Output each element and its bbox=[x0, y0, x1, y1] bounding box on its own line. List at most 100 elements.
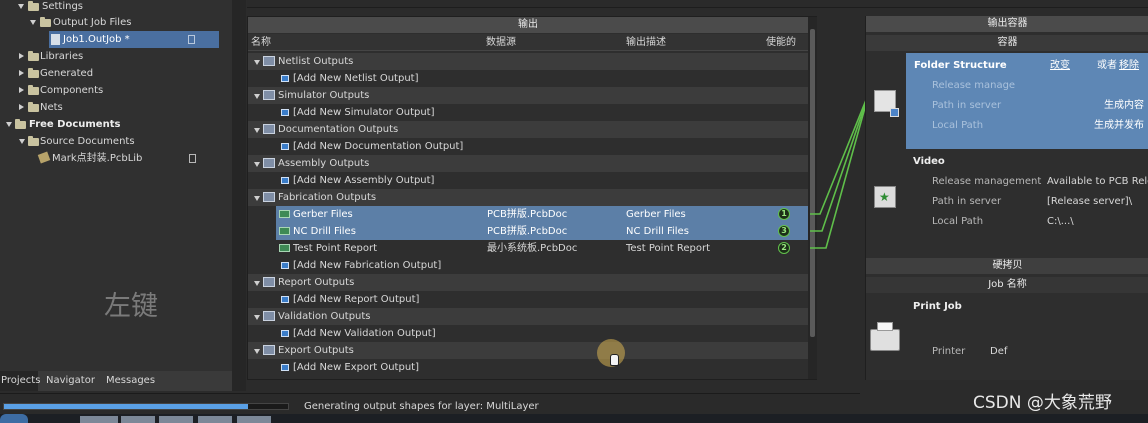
group-row[interactable]: Validation Outputs bbox=[248, 308, 808, 325]
video-path-label: Path in server bbox=[932, 196, 1002, 207]
tree-item-output-job-files[interactable]: Output Job Files bbox=[53, 14, 131, 31]
add-output-row[interactable]: [Add New Export Output] bbox=[248, 359, 808, 376]
video-release-label: Release management bbox=[932, 176, 1042, 187]
collapsed-arrow-icon[interactable] bbox=[19, 87, 24, 93]
group-row[interactable]: Documentation Outputs bbox=[248, 121, 808, 138]
add-export-output[interactable]: [Add New Export Output] bbox=[293, 359, 419, 376]
tree-item-nets[interactable]: Nets bbox=[40, 99, 63, 116]
taskbar-item[interactable] bbox=[237, 416, 271, 423]
taskbar-item[interactable] bbox=[121, 416, 155, 423]
doc-state-icon bbox=[188, 35, 195, 44]
add-output-row[interactable]: [Add New Simulator Output] bbox=[248, 104, 808, 121]
folder-structure-badge-icon bbox=[890, 108, 899, 117]
expand-arrow-icon[interactable] bbox=[254, 60, 260, 65]
add-output-row[interactable]: [Add New Netlist Output] bbox=[248, 70, 808, 87]
output-row-gerber[interactable]: Gerber Files PCB拼版.PcbDoc Gerber Files 1 bbox=[276, 206, 808, 223]
add-icon bbox=[281, 330, 289, 337]
add-icon bbox=[281, 143, 289, 150]
output-source[interactable]: 最小系统板.PcbDoc bbox=[487, 240, 577, 257]
expand-arrow-icon[interactable] bbox=[254, 281, 260, 286]
enabled-badge[interactable]: 1 bbox=[778, 208, 790, 220]
expand-arrow-icon[interactable] bbox=[254, 349, 260, 354]
tree-item-libraries[interactable]: Libraries bbox=[40, 48, 83, 65]
left-click-watermark: 左键 bbox=[104, 291, 158, 322]
panel-splitter[interactable] bbox=[232, 0, 246, 391]
group-row[interactable]: Export Outputs bbox=[248, 342, 808, 359]
tree-item-components[interactable]: Components bbox=[40, 82, 103, 99]
expand-arrow-icon[interactable] bbox=[18, 4, 24, 9]
column-source[interactable]: 数据源 bbox=[486, 34, 516, 51]
output-source[interactable]: PCB拼版.PcbDoc bbox=[487, 223, 567, 240]
group-row[interactable]: Simulator Outputs bbox=[248, 87, 808, 104]
enabled-badge[interactable]: 3 bbox=[778, 225, 790, 237]
expand-arrow-icon[interactable] bbox=[254, 94, 260, 99]
tree-item-job1[interactable]: Job1.OutJob * bbox=[49, 31, 219, 48]
tree-item-pcblib[interactable]: Mark点封装.PcbLib bbox=[52, 150, 142, 167]
taskbar-item[interactable] bbox=[159, 416, 193, 423]
output-description: NC Drill Files bbox=[626, 226, 689, 237]
remove-link[interactable]: 移除 bbox=[1119, 57, 1139, 74]
add-documentation-output[interactable]: [Add New Documentation Output] bbox=[293, 138, 463, 155]
change-link[interactable]: 改变 bbox=[1050, 57, 1070, 74]
document-icon bbox=[51, 34, 60, 45]
output-source[interactable]: PCB拼版.PcbDoc bbox=[487, 206, 567, 223]
pcblib-icon bbox=[37, 151, 51, 164]
printer-label: Printer bbox=[932, 346, 966, 357]
add-validation-output[interactable]: [Add New Validation Output] bbox=[293, 325, 436, 342]
folder-icon bbox=[28, 102, 39, 112]
tree-item-generated[interactable]: Generated bbox=[40, 65, 93, 82]
print-job-title: Print Job bbox=[913, 301, 962, 312]
output-row-nc-drill[interactable]: NC Drill Files PCB拼版.PcbDoc NC Drill Fil… bbox=[276, 223, 808, 240]
tree-item-free-documents[interactable]: Free Documents bbox=[29, 116, 120, 133]
tree-item-source-documents[interactable]: Source Documents bbox=[40, 133, 135, 150]
add-netlist-output[interactable]: [Add New Netlist Output] bbox=[293, 70, 419, 87]
tree-item-settings[interactable]: Settings bbox=[42, 0, 83, 15]
add-output-row[interactable]: [Add New Validation Output] bbox=[248, 325, 808, 342]
path-in-server-value[interactable]: 生成内容 bbox=[1104, 97, 1144, 114]
start-button-icon[interactable] bbox=[0, 414, 28, 423]
group-row[interactable]: Fabrication Outputs bbox=[248, 189, 808, 206]
add-simulator-output[interactable]: [Add New Simulator Output] bbox=[293, 104, 435, 121]
taskbar-item[interactable] bbox=[80, 416, 118, 423]
expand-arrow-icon[interactable] bbox=[6, 122, 12, 127]
expand-arrow-icon[interactable] bbox=[254, 128, 260, 133]
printer-value: Def bbox=[990, 346, 1008, 357]
collapsed-arrow-icon[interactable] bbox=[19, 104, 24, 110]
group-row[interactable]: Assembly Outputs bbox=[248, 155, 808, 172]
enabled-badge[interactable]: 2 bbox=[778, 242, 790, 254]
tab-projects[interactable]: Projects bbox=[0, 371, 40, 391]
folder-structure-container[interactable]: Folder Structure 改变 或者 移除 Release manage… bbox=[906, 53, 1148, 149]
tab-navigator[interactable]: Navigator bbox=[46, 371, 95, 391]
local-path-value[interactable]: 生成并发布 bbox=[1094, 117, 1144, 134]
column-description[interactable]: 输出描述 bbox=[626, 34, 666, 51]
folder-icon bbox=[15, 119, 26, 129]
add-assembly-output[interactable]: [Add New Assembly Output] bbox=[293, 172, 434, 189]
output-description: Gerber Files bbox=[626, 209, 686, 220]
add-icon bbox=[281, 177, 289, 184]
column-name[interactable]: 名称 bbox=[251, 34, 271, 51]
expand-arrow-icon[interactable] bbox=[254, 162, 260, 167]
output-group-icon bbox=[263, 345, 275, 355]
expand-arrow-icon[interactable] bbox=[254, 315, 260, 320]
expand-arrow-icon[interactable] bbox=[254, 196, 260, 201]
output-group-icon bbox=[263, 56, 275, 66]
expand-arrow-icon[interactable] bbox=[30, 20, 36, 25]
add-output-row[interactable]: [Add New Fabrication Output] bbox=[248, 257, 808, 274]
add-icon bbox=[281, 109, 289, 116]
collapsed-arrow-icon[interactable] bbox=[19, 53, 24, 59]
expand-arrow-icon[interactable] bbox=[19, 139, 25, 144]
local-path-label: Local Path bbox=[932, 120, 984, 131]
group-row[interactable]: Report Outputs bbox=[248, 274, 808, 291]
add-report-output[interactable]: [Add New Report Output] bbox=[293, 291, 419, 308]
column-enabled[interactable]: 使能的 bbox=[766, 34, 796, 51]
drill-output-icon bbox=[279, 227, 290, 235]
add-output-row[interactable]: [Add New Assembly Output] bbox=[248, 172, 808, 189]
add-output-row[interactable]: [Add New Documentation Output] bbox=[248, 138, 808, 155]
add-output-row[interactable]: [Add New Report Output] bbox=[248, 291, 808, 308]
collapsed-arrow-icon[interactable] bbox=[19, 70, 24, 76]
output-row-test-point[interactable]: Test Point Report 最小系统板.PcbDoc Test Poin… bbox=[276, 240, 808, 257]
add-fabrication-output[interactable]: [Add New Fabrication Output] bbox=[293, 257, 441, 274]
taskbar-item[interactable] bbox=[198, 416, 232, 423]
tab-messages[interactable]: Messages bbox=[106, 371, 155, 391]
group-row[interactable]: Netlist Outputs bbox=[248, 53, 808, 70]
